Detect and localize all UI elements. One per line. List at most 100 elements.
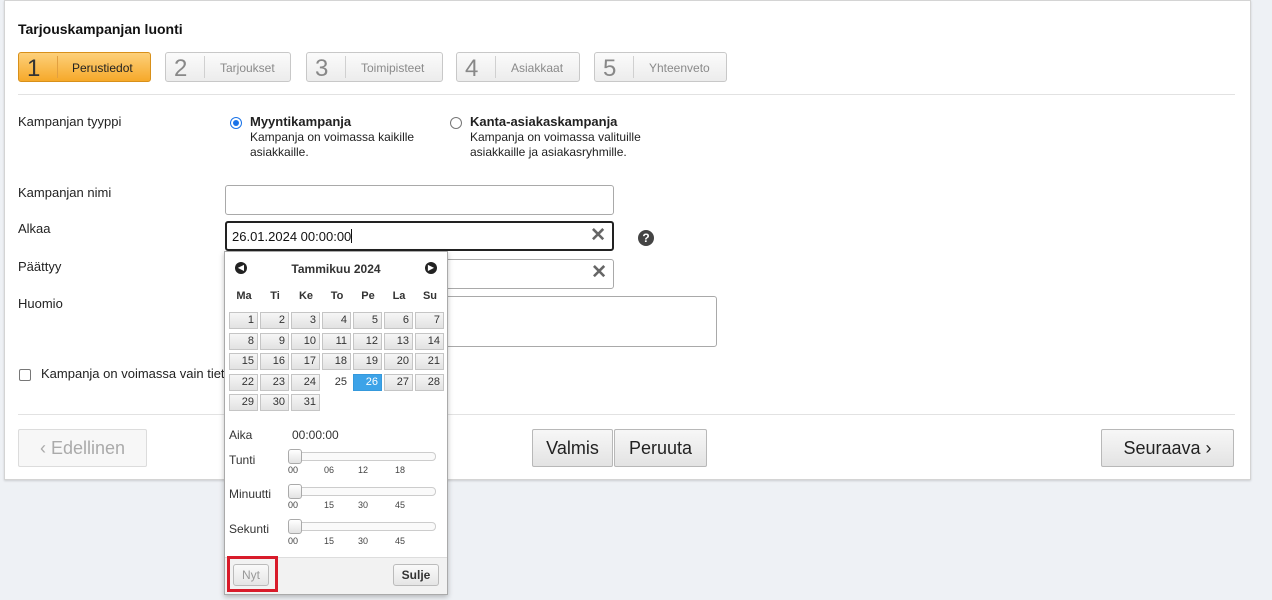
calendar-day[interactable]: 14 (415, 332, 444, 350)
step-label: Tarjoukset (220, 61, 275, 75)
option-title: Myyntikampanja (250, 114, 352, 129)
hour-tick: 00 (288, 465, 299, 475)
validity-checkbox[interactable] (19, 369, 31, 381)
calendar-day[interactable]: 2 (260, 312, 289, 329)
hour-tick: 18 (395, 465, 406, 475)
calendar-day[interactable]: 7 (415, 312, 444, 329)
second-tick: 30 (358, 536, 369, 546)
calendar-day[interactable]: 23 (260, 373, 289, 391)
close-button[interactable]: Sulje (393, 564, 439, 586)
calendar-day[interactable]: 31 (291, 394, 320, 411)
step-divider (633, 56, 634, 78)
weekday-header: Ti (270, 290, 280, 302)
hour-slider[interactable] (291, 452, 436, 461)
step-tarjoukset[interactable]: 2 Tarjoukset (165, 52, 291, 82)
minute-tick: 45 (395, 500, 406, 510)
hour-tick: 06 (324, 465, 335, 475)
calendar-day[interactable]: 20 (384, 353, 413, 370)
calendar-day[interactable]: 24 (291, 373, 320, 391)
calendar-day[interactable]: 12 (353, 332, 382, 350)
highlight-box (227, 556, 278, 592)
step-yhteenveto[interactable]: 5 Yhteenveto (594, 52, 727, 82)
calendar-day[interactable]: 10 (291, 332, 320, 350)
step-perustiedot[interactable]: 1 Perustiedot (18, 52, 151, 82)
calendar-day[interactable]: 18 (322, 353, 351, 370)
calendar-day[interactable]: 17 (291, 353, 320, 370)
calendar-day[interactable]: 25 (322, 373, 351, 391)
radio-myyntikampanja[interactable] (230, 117, 242, 129)
end-label: Päättyy (18, 259, 62, 274)
start-datetime-input[interactable]: 26.01.2024 00:00:00 ✕ (225, 221, 614, 251)
minute-label: Minuutti (229, 487, 272, 501)
previous-button[interactable]: ‹ Edellinen (18, 429, 147, 467)
step-toimipisteet[interactable]: 3 Toimipisteet (306, 52, 443, 82)
campaign-name-input[interactable] (225, 185, 614, 215)
weekday-header: La (392, 290, 406, 302)
next-month-icon[interactable]: ▶ (425, 262, 437, 274)
campaign-type-label: Kampanjan tyyppi (18, 114, 122, 129)
validity-checkbox-label: Kampanja on voimassa vain tiett (41, 366, 229, 381)
radio-kanta-asiakaskampanja[interactable] (450, 117, 462, 129)
step-asiakkaat[interactable]: 4 Asiakkaat (456, 52, 580, 82)
help-icon[interactable]: ? (638, 230, 654, 246)
calendar-day[interactable]: 4 (322, 312, 351, 329)
calendar-day[interactable]: 16 (260, 353, 289, 370)
calendar-day[interactable]: 22 (229, 373, 258, 391)
done-button[interactable]: Valmis (532, 429, 613, 467)
second-tick: 15 (324, 536, 335, 546)
calendar-day[interactable]: 27 (384, 373, 413, 391)
next-button[interactable]: Seuraava › (1101, 429, 1234, 467)
clear-icon[interactable]: ✕ (591, 263, 607, 282)
calendar-day-selected[interactable]: 26 (353, 373, 382, 391)
calendar-day[interactable]: 9 (260, 332, 289, 350)
calendar-day[interactable]: 5 (353, 312, 382, 329)
weekday-header: To (330, 290, 344, 302)
option-title: Kanta-asiakaskampanja (470, 114, 618, 129)
step-label: Perustiedot (72, 61, 133, 75)
second-slider[interactable] (291, 522, 436, 531)
calendar-day[interactable]: 3 (291, 312, 320, 329)
second-label: Sekunti (229, 522, 270, 536)
calendar-day[interactable]: 6 (384, 312, 413, 329)
cancel-button[interactable]: Peruuta (614, 429, 707, 467)
divider (18, 94, 1235, 95)
clear-icon[interactable]: ✕ (590, 226, 606, 245)
time-value: 00:00:00 (292, 428, 339, 442)
calendar-day[interactable]: 29 (229, 394, 258, 411)
start-datetime-value: 26.01.2024 00:00:00 (232, 229, 352, 244)
second-slider-handle[interactable] (288, 519, 302, 534)
hour-label: Tunti (229, 453, 256, 467)
minute-tick: 15 (324, 500, 335, 510)
page-title: Tarjouskampanjan luonti (18, 21, 183, 37)
calendar-day[interactable]: 19 (353, 353, 382, 370)
divider (18, 414, 1235, 415)
calendar-day[interactable]: 8 (229, 332, 258, 350)
hour-tick: 12 (358, 465, 369, 475)
minute-slider-handle[interactable] (288, 484, 302, 499)
step-divider (345, 56, 346, 78)
minute-tick: 00 (288, 500, 299, 510)
option-desc: asiakkaille ja asiakasryhmille. (470, 145, 627, 159)
datepicker-footer: Nyt Sulje (225, 556, 447, 594)
calendar-day[interactable]: 11 (322, 332, 351, 350)
note-label: Huomio (18, 296, 63, 311)
calendar-day[interactable]: 1 (229, 312, 258, 329)
weekday-header: Ke (298, 290, 314, 302)
calendar-day[interactable]: 15 (229, 353, 258, 370)
calendar-day[interactable]: 21 (415, 353, 444, 370)
datepicker-header: ◀ Tammikuu 2024 ▶ (225, 252, 447, 284)
calendar-day[interactable]: 13 (384, 332, 413, 350)
calendar-day[interactable]: 28 (415, 373, 444, 391)
hour-slider-handle[interactable] (288, 449, 302, 464)
step-divider (204, 56, 205, 78)
text-caret (351, 229, 353, 243)
option-kanta-asiakaskampanja: Kanta-asiakaskampanja Kampanja on voimas… (470, 114, 641, 160)
second-tick: 45 (395, 536, 406, 546)
option-myyntikampanja: Myyntikampanja Kampanja on voimassa kaik… (250, 114, 414, 160)
calendar-day[interactable]: 30 (260, 394, 289, 411)
start-label: Alkaa (18, 221, 51, 236)
minute-slider[interactable] (291, 487, 436, 496)
step-label: Toimipisteet (361, 61, 425, 75)
option-desc: Kampanja on voimassa kaikille (250, 130, 415, 144)
step-label: Yhteenveto (649, 61, 710, 75)
